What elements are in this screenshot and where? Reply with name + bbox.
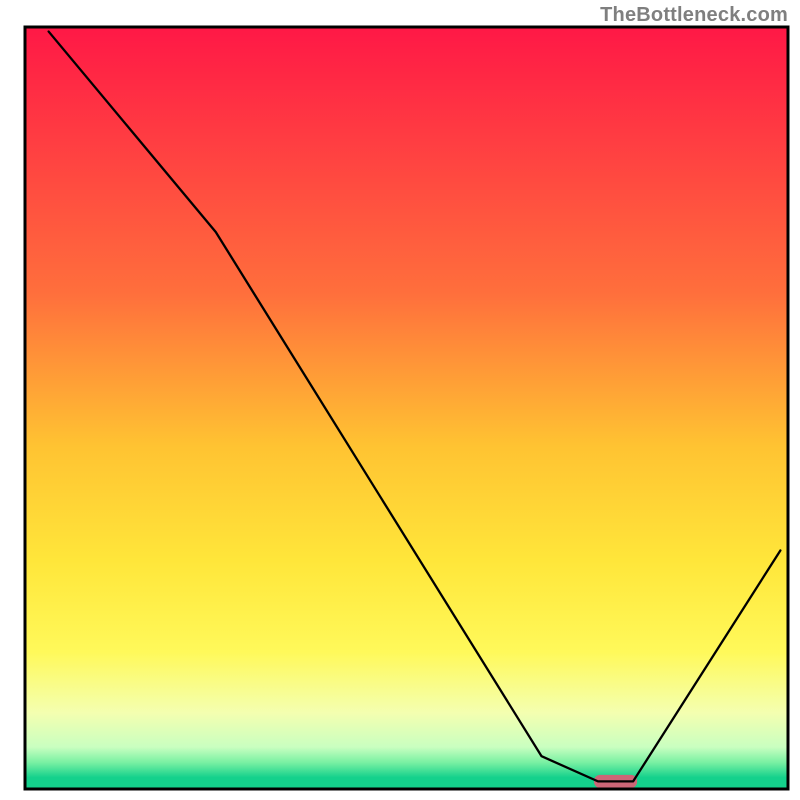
chart-canvas (0, 0, 800, 800)
attribution-label: TheBottleneck.com (600, 4, 788, 27)
